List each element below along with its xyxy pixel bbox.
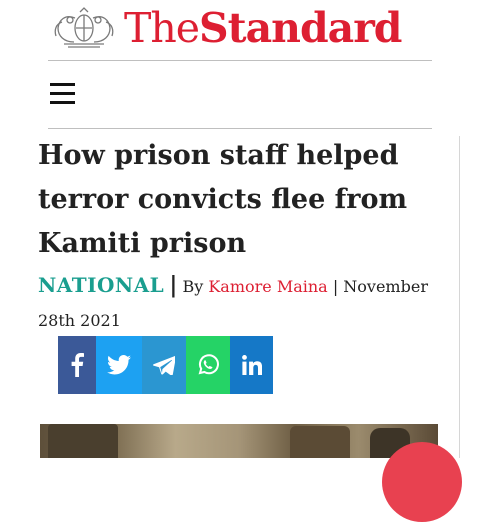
article-meta: NATIONAL | By Kamore Maina | November 28… [38,268,438,338]
share-bar [58,336,273,394]
linkedin-share-button[interactable] [230,336,273,394]
date-prefix: | November [332,277,428,296]
article-hero-image [40,424,438,458]
author-link[interactable]: Kamore Maina [208,277,327,296]
category-link[interactable]: NATIONAL [38,273,164,297]
facebook-share-button[interactable] [58,336,96,394]
content-side-border [459,136,460,458]
date-rest: 28th 2021 [38,311,121,330]
whatsapp-share-button[interactable] [186,336,230,394]
twitter-icon [107,355,131,375]
coat-of-arms-crest-icon [54,7,114,48]
masthead: TheStandard [48,0,432,58]
meta-separator: | [169,272,178,298]
byline-label: By [182,277,204,296]
brand-the: The [124,4,200,52]
brand-name: Standard [199,4,402,52]
hamburger-menu-icon[interactable] [50,82,76,108]
facebook-icon [71,353,84,377]
top-divider [48,60,432,61]
twitter-share-button[interactable] [96,336,142,394]
brand-wordmark[interactable]: TheStandard [124,2,402,54]
telegram-icon [153,355,175,375]
floating-action-button[interactable] [382,442,462,522]
whatsapp-icon [198,354,219,375]
nav-divider [48,128,432,129]
linkedin-icon [241,355,262,375]
article-headline: How prison staff helped terror convicts … [38,140,408,259]
telegram-share-button[interactable] [142,336,186,394]
